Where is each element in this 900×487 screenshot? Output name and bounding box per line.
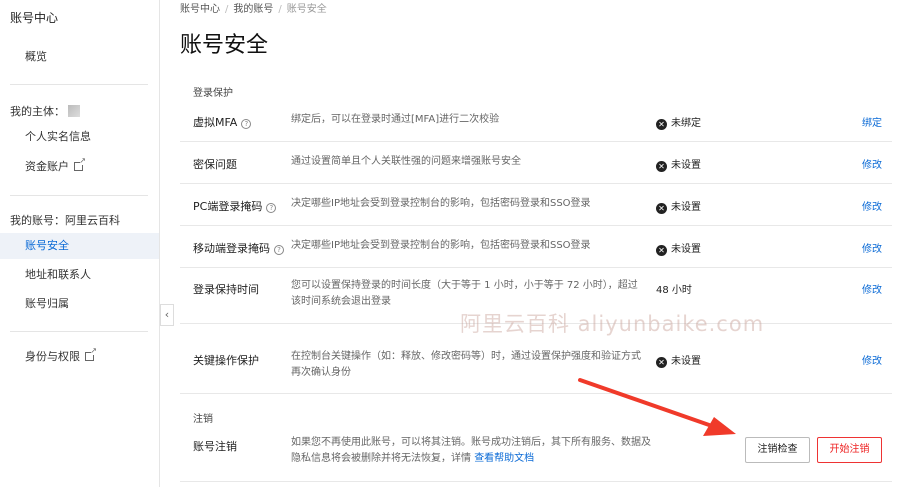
setting-desc: 决定哪些IP地址会受到登录控制台的影响，包括密码登录和SSO登录 — [291, 198, 591, 209]
breadcrumb-item[interactable]: 账号中心 — [180, 4, 220, 15]
question-circle-icon[interactable]: ? — [241, 119, 252, 129]
setting-name: 账号注销 — [193, 440, 237, 453]
setting-status: ✕ 未设置 — [656, 156, 701, 172]
subject-avatar — [68, 105, 80, 117]
external-link-icon — [85, 346, 97, 361]
chevron-left-icon: ‹ — [164, 308, 170, 321]
help-doc-link[interactable]: 查看帮助文档 — [474, 453, 534, 464]
setting-name: 移动端登录掩码? — [193, 240, 284, 256]
modify-link[interactable]: 修改 — [862, 156, 882, 171]
my-subject-group: 我的主体： — [10, 103, 80, 119]
setting-row-mobile-login-mask: 移动端登录掩码? 决定哪些IP地址会受到登录控制台的影响，包括密码登录和SSO登… — [180, 226, 892, 268]
sidebar-divider — [10, 84, 148, 85]
my-subject-label: 我的主体： — [10, 105, 65, 118]
sidebar-item-overview[interactable]: 概览 — [0, 44, 159, 70]
sidebar-item-identity-permissions[interactable]: 身份与权限 — [0, 344, 159, 370]
question-circle-icon[interactable]: ? — [266, 203, 277, 213]
identity-permissions-label: 身份与权限 — [25, 350, 80, 363]
question-circle-icon[interactable]: ? — [274, 245, 284, 255]
setting-row-pc-login-mask: PC端登录掩码? 决定哪些IP地址会受到登录控制台的影响，包括密码登录和SSO登… — [180, 184, 892, 226]
sidebar: 账号中心 概览 我的主体： 个人实名信息 资金账户 我的账号：阿里云百科 账号安… — [0, 0, 160, 487]
my-account-label: 我的账号：阿里云百科 — [10, 214, 120, 227]
sidebar-item-funds-account[interactable]: 资金账户 — [0, 154, 159, 180]
sidebar-divider — [10, 331, 148, 332]
start-cancellation-button[interactable]: 开始注销 — [817, 437, 882, 463]
cancellation-check-button[interactable]: 注销检查 — [745, 437, 810, 463]
setting-status: 48 小时 — [656, 285, 692, 296]
breadcrumb-item[interactable]: 我的账号 — [233, 4, 273, 15]
setting-row-mfa: 虚拟MFA? 绑定后，可以在登录时通过[MFA]进行二次校验 ✕ 未绑定 绑定 — [180, 100, 892, 142]
section-label-cancellation: 注销 — [193, 414, 213, 425]
x-circle-icon: ✕ — [656, 161, 667, 172]
breadcrumb-current: 账号安全 — [286, 4, 327, 15]
sidebar-item-address-contacts[interactable]: 地址和联系人 — [0, 262, 159, 288]
setting-desc: 在控制台关键操作（如：释放、修改密码等）时，通过设置保护强度和验证方式再次确认身… — [291, 351, 641, 378]
x-circle-icon: ✕ — [656, 203, 667, 214]
sidebar-divider — [10, 195, 148, 196]
external-link-icon — [74, 156, 86, 171]
sidebar-item-account-security[interactable]: 账号安全 — [0, 233, 159, 259]
breadcrumb: 账号中心 / 我的账号 / 账号安全 — [180, 4, 327, 15]
modify-link[interactable]: 修改 — [862, 240, 882, 255]
section-label-login-protection: 登录保护 — [193, 88, 233, 99]
modify-link[interactable]: 修改 — [862, 352, 882, 367]
sidebar-title: 账号中心 — [10, 11, 59, 25]
collapse-sidebar-button[interactable]: ‹ — [160, 304, 174, 326]
sidebar-item-account-ownership[interactable]: 账号归属 — [0, 291, 159, 317]
setting-name: 虚拟MFA? — [193, 114, 252, 130]
x-circle-icon: ✕ — [656, 119, 667, 130]
setting-desc: 您可以设置保持登录的时间长度（大于等于 1 小时，小于等于 72 小时），超过该… — [291, 280, 638, 307]
page-title: 账号安全 — [180, 33, 269, 58]
setting-name: 关键操作保护 — [193, 354, 259, 367]
setting-desc: 通过设置简单且个人关联性强的问题来增强账号安全 — [291, 156, 521, 167]
setting-desc: 决定哪些IP地址会受到登录控制台的影响，包括密码登录和SSO登录 — [291, 240, 591, 251]
x-circle-icon: ✕ — [656, 245, 667, 256]
setting-status: ✕ 未绑定 — [656, 114, 701, 130]
setting-desc: 如果您不再使用此账号，可以将其注销。账号成功注销后，其下所有服务、数据及隐私信息… — [291, 437, 651, 464]
watermark: 阿里云百科 aliyunbaike.com — [460, 312, 765, 336]
x-circle-icon: ✕ — [656, 357, 667, 368]
setting-row-security-question: 密保问题 通过设置简单且个人关联性强的问题来增强账号安全 ✕ 未设置 修改 — [180, 142, 892, 184]
setting-desc: 绑定后，可以在登录时通过[MFA]进行二次校验 — [291, 114, 500, 125]
setting-name: 登录保持时间 — [193, 283, 259, 296]
modify-link[interactable]: 修改 — [862, 198, 882, 213]
bind-link[interactable]: 绑定 — [862, 114, 882, 129]
setting-name: PC端登录掩码? — [193, 198, 277, 214]
funds-account-label: 资金账户 — [25, 160, 69, 173]
setting-status: ✕ 未设置 — [656, 352, 701, 368]
setting-status: ✕ 未设置 — [656, 198, 701, 214]
modify-link[interactable]: 修改 — [862, 281, 882, 296]
setting-name: 密保问题 — [193, 158, 237, 171]
setting-status: ✕ 未设置 — [656, 240, 701, 256]
sidebar-item-real-name[interactable]: 个人实名信息 — [0, 124, 159, 150]
